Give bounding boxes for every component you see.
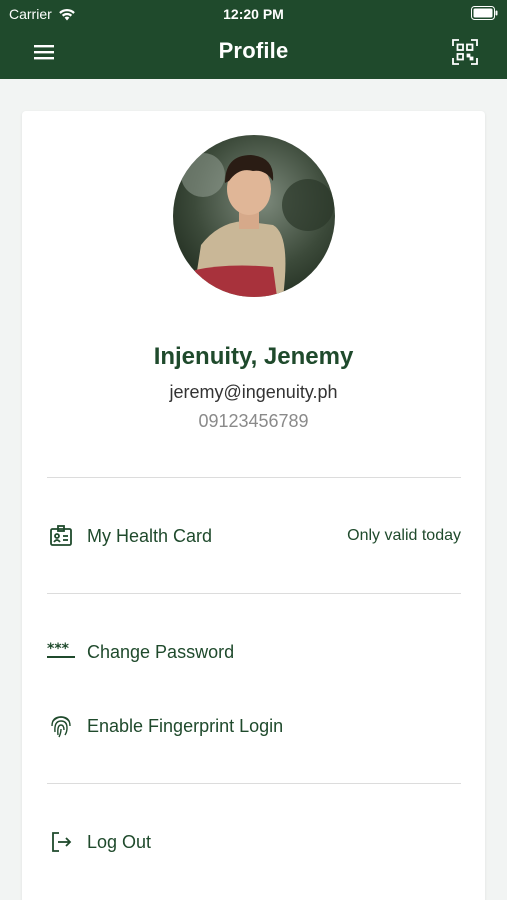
health-card-validity: Only valid today (347, 527, 461, 544)
fingerprint-icon (47, 712, 75, 740)
battery-icon (471, 6, 498, 20)
divider (47, 477, 461, 478)
health-card-row[interactable]: My Health Card Only valid today (47, 514, 461, 558)
divider (47, 593, 461, 594)
logout-icon (47, 828, 75, 856)
change-password-row[interactable]: *** Change Password (47, 630, 461, 674)
avatar (173, 135, 335, 297)
page-title: Profile (218, 38, 289, 63)
profile-name: Injenuity, Jenemy (153, 343, 354, 370)
qr-scan-icon[interactable] (451, 38, 479, 66)
app-header: Carrier 12:20 PM Profile (0, 0, 507, 79)
logout-label: Log Out (87, 831, 152, 852)
divider (47, 783, 461, 784)
change-password-label: Change Password (87, 641, 235, 662)
health-card-label: My Health Card (87, 525, 213, 546)
logout-row[interactable]: Log Out (47, 820, 461, 864)
password-icon: *** (47, 638, 75, 666)
profile-card: Injenuity, Jenemy jeremy@ingenuity.ph 09… (22, 111, 485, 900)
fingerprint-login-row[interactable]: Enable Fingerprint Login (47, 704, 461, 748)
profile-phone: 09123456789 (198, 411, 309, 431)
status-time: 12:20 PM (223, 6, 284, 22)
profile-email: jeremy@ingenuity.ph (169, 382, 338, 402)
svg-text:***: *** (47, 642, 70, 657)
id-card-icon (47, 522, 75, 550)
status-bar: Carrier 12:20 PM (0, 0, 507, 28)
fingerprint-login-label: Enable Fingerprint Login (87, 715, 284, 736)
